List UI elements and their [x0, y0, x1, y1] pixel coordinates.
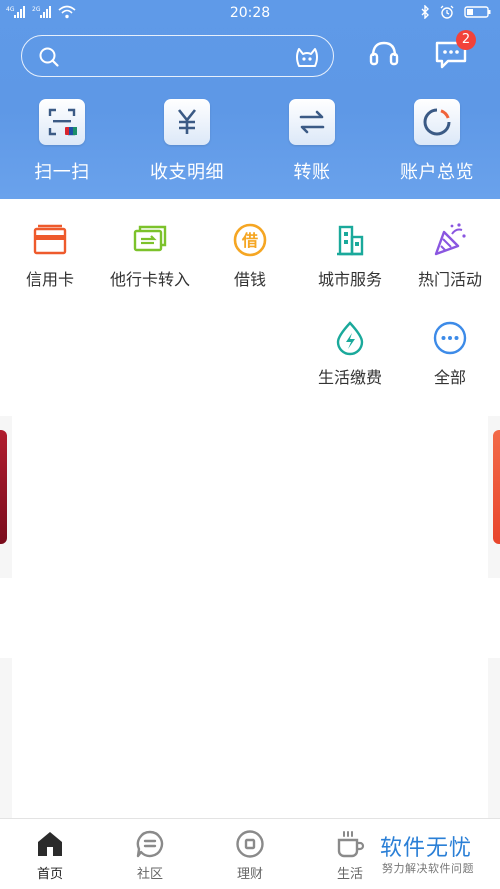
service-label: 借钱: [233, 270, 266, 289]
tab-label: 社区: [136, 867, 163, 882]
svg-text:借: 借: [241, 231, 258, 250]
customer-service-icon[interactable]: [368, 38, 400, 70]
tab-home[interactable]: 首页: [0, 829, 100, 882]
city-service-icon: [337, 225, 364, 256]
community-icon: [136, 830, 164, 858]
account-overview-tile: [414, 99, 460, 145]
quick-action-label: 转账: [293, 162, 331, 183]
status-right: [420, 5, 492, 19]
quick-action-scan[interactable]: 扫一扫: [12, 99, 112, 184]
statement-tile: [164, 99, 210, 145]
other-bank-transfer-icon: [133, 225, 167, 252]
tab-finance[interactable]: 理财: [200, 829, 300, 882]
service-credit-card[interactable]: 信用卡: [0, 222, 100, 290]
banner-next-peek[interactable]: [493, 430, 500, 544]
utility-payment-icon: [336, 321, 364, 356]
service-label: 信用卡: [25, 270, 74, 289]
scan-tile: [39, 99, 85, 145]
tab-label: 首页: [36, 867, 63, 882]
alarm-icon: [440, 5, 454, 19]
quick-action-statement[interactable]: 收支明细: [137, 99, 237, 184]
scan-icon: [48, 108, 77, 136]
transfer-icon: [299, 110, 325, 134]
quick-action-account-overview[interactable]: 账户总览: [387, 99, 487, 184]
service-label: 城市服务: [317, 270, 382, 289]
search-bar[interactable]: [21, 35, 334, 77]
quick-action-label: 扫一扫: [34, 162, 90, 183]
borrow-icon: 借: [233, 223, 267, 257]
service-label: 他行卡转入: [109, 270, 190, 289]
account-overview-icon: [423, 108, 451, 136]
transfer-tile: [289, 99, 335, 145]
service-hot-events[interactable]: 热门活动: [400, 222, 500, 290]
yuan-icon: [177, 109, 197, 134]
quick-action-label: 账户总览: [400, 162, 474, 183]
watermark: 软件无忧 努力解决软件问题: [376, 828, 500, 884]
service-borrow[interactable]: 借 借钱: [200, 222, 300, 290]
watermark-subtitle: 努力解决软件问题: [382, 862, 474, 875]
header: 4G 2G 20:28 2 扫一扫 收支明细 转账 账户总览: [0, 0, 500, 199]
service-label: 热门活动: [417, 270, 482, 289]
banner-prev-peek[interactable]: [0, 430, 7, 544]
home-icon: [38, 832, 62, 856]
message-badge: 2: [456, 30, 476, 50]
more-icon: [433, 321, 467, 355]
content-card: [12, 658, 488, 818]
search-icon: [39, 47, 59, 67]
tab-label: 理财: [236, 867, 263, 882]
service-city[interactable]: 城市服务: [300, 222, 400, 290]
service-all[interactable]: 全部: [400, 320, 500, 388]
service-other-bank-transfer[interactable]: 他行卡转入: [100, 222, 200, 290]
watermark-title: 软件无忧: [380, 836, 473, 861]
tab-community[interactable]: 社区: [100, 829, 200, 882]
quick-action-label: 收支明细: [150, 162, 224, 183]
search-input[interactable]: [70, 42, 270, 70]
status-bar: 4G 2G 20:28: [0, 0, 500, 28]
voice-assistant-icon[interactable]: [293, 43, 321, 71]
finance-icon: [236, 830, 264, 858]
banner-carousel[interactable]: [12, 416, 488, 578]
credit-card-icon: [33, 224, 67, 255]
battery-icon: [464, 6, 491, 18]
life-cup-icon: [337, 831, 365, 858]
party-popper-icon: [434, 223, 466, 256]
service-label: 全部: [433, 368, 466, 387]
service-label: 生活缴费: [317, 368, 382, 387]
service-utility-payment[interactable]: 生活缴费: [300, 320, 400, 388]
bluetooth-icon: [421, 5, 429, 19]
quick-action-transfer[interactable]: 转账: [262, 99, 362, 184]
